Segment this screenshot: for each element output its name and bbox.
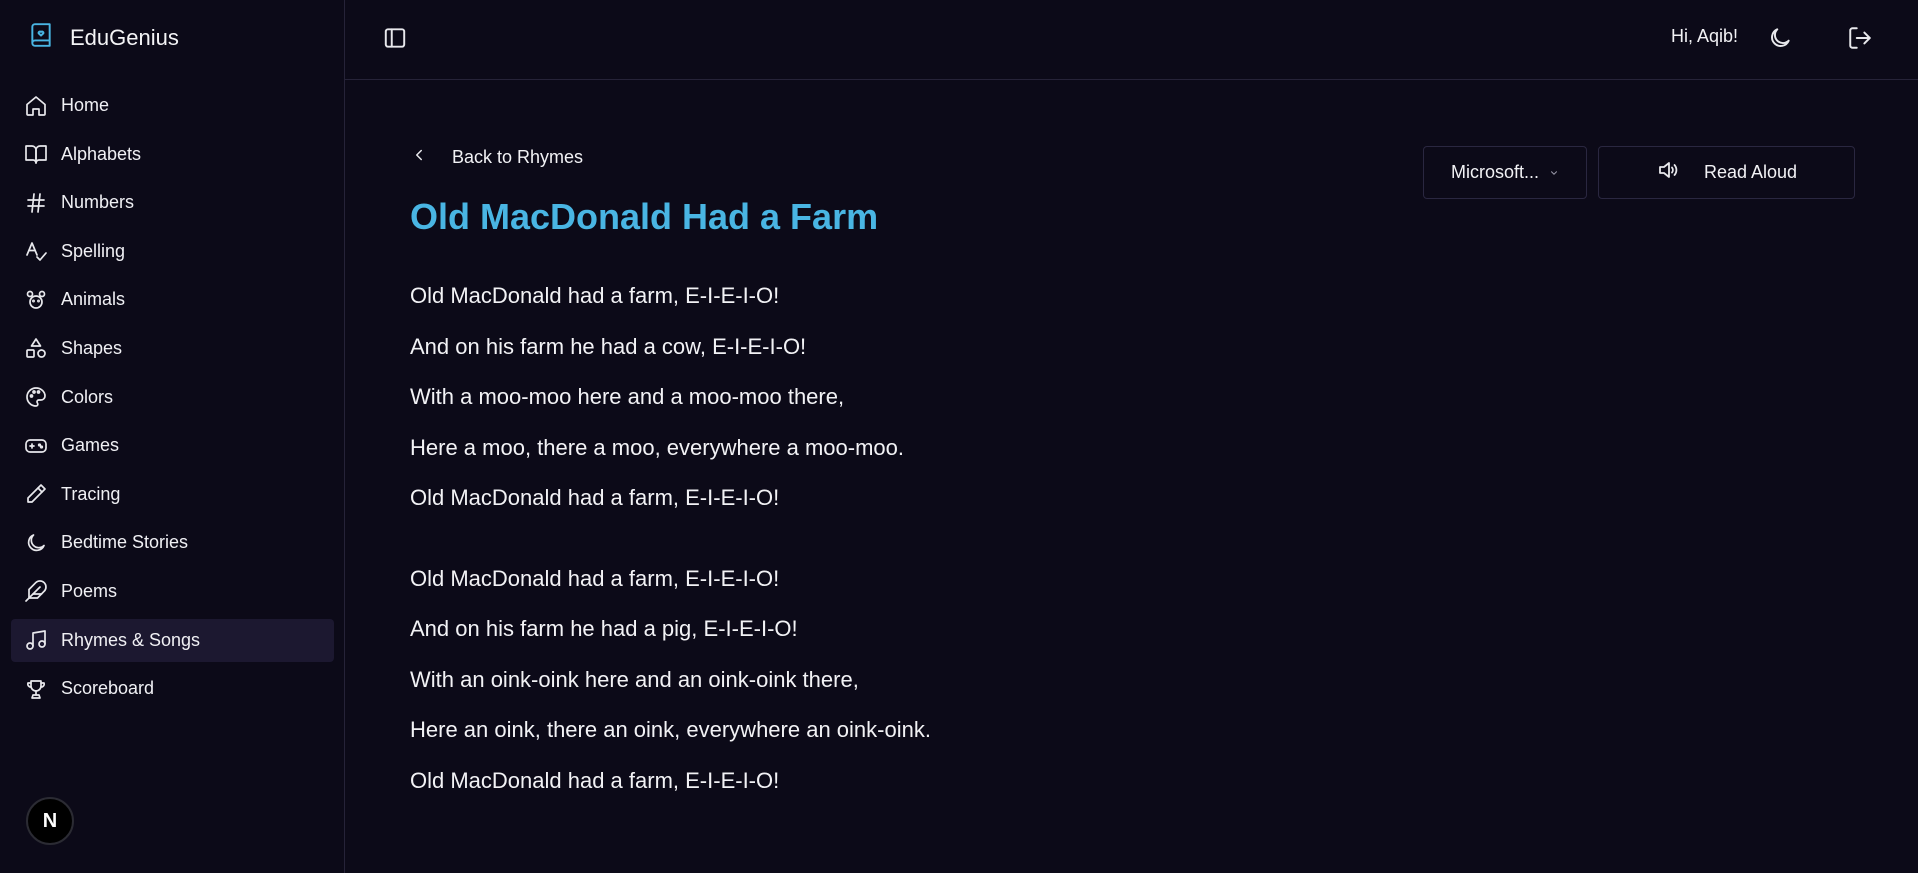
n-badge-letter: N <box>42 809 58 832</box>
sidebar-item-bedtime-stories[interactable]: Bedtime Stories <box>11 521 334 564</box>
lyric-line: With an oink-oink here and an oink-oink … <box>410 666 859 692</box>
logout-icon[interactable] <box>1847 25 1873 51</box>
trophy-icon <box>23 676 49 702</box>
sidebar-item-alphabets[interactable]: Alphabets <box>11 133 334 176</box>
paw-icon <box>23 287 49 313</box>
lyric-line: And on his farm he had a pig, E-I-E-I-O! <box>410 616 798 641</box>
feather-icon <box>23 578 49 604</box>
user-greeting: Hi, Aqib! <box>1670 26 1738 46</box>
page-title: Old MacDonald Had a Farm <box>410 196 879 237</box>
back-to-rhymes-link[interactable]: Back to Rhymes <box>410 146 583 169</box>
sidebar-item-label: Bedtime Stories <box>61 532 189 553</box>
lyric-line: Old MacDonald had a farm, E-I-E-I-O! <box>410 565 780 591</box>
sidebar-item-home[interactable]: Home <box>11 84 334 127</box>
sidebar-item-shapes[interactable]: Shapes <box>11 327 334 370</box>
sidebar-item-label: Tracing <box>61 483 121 504</box>
sidebar-item-tracing[interactable]: Tracing <box>11 473 334 516</box>
read-aloud-button[interactable]: Read Aloud <box>1598 146 1855 199</box>
sidebar-item-poems[interactable]: Poems <box>11 570 334 613</box>
home-icon <box>23 93 49 119</box>
stanza: Old MacDonald had a farm, E-I-E-I-O! And … <box>410 276 931 529</box>
gamepad-icon <box>23 433 49 459</box>
chevron-down-icon <box>1549 162 1559 183</box>
read-aloud-label: Read Aloud <box>1703 162 1798 182</box>
stanza: Old MacDonald had a farm, E-I-E-I-O! And … <box>410 559 931 812</box>
lyric-line: Here a moo, there a moo, everywhere a mo… <box>410 434 905 460</box>
lyric-line: Old MacDonald had a farm, E-I-E-I-O! <box>410 485 780 510</box>
sidebar-item-label: Alphabets <box>61 143 142 164</box>
lyric-line: With a moo-moo here and a moo-moo there, <box>410 384 845 409</box>
lyric-line: Old MacDonald had a farm, E-I-E-I-O! <box>410 283 780 308</box>
sidebar-item-label: Games <box>61 435 120 456</box>
sidebar-item-scoreboard[interactable]: Scoreboard <box>11 667 334 710</box>
sidebar: EduGenius Home Alphabets Numbers Spelling An… <box>0 0 345 873</box>
spell-check-icon <box>23 238 49 264</box>
lyric-line: And on his farm he had a cow, E-I-E-I-O! <box>410 333 807 359</box>
topbar: Hi, Aqib! <box>345 0 1918 80</box>
back-label: Back to Rhymes <box>452 147 584 167</box>
music-icon <box>23 627 49 653</box>
sidebar-item-spelling[interactable]: Spelling <box>11 230 334 273</box>
theme-toggle-moon-icon[interactable] <box>1767 25 1793 51</box>
n-badge[interactable]: N <box>26 797 74 845</box>
hash-icon <box>23 190 49 216</box>
pencil-icon <box>23 481 49 507</box>
sidebar-item-colors[interactable]: Colors <box>11 376 334 419</box>
book-open-icon <box>23 141 49 167</box>
sidebar-item-label: Numbers <box>61 192 135 213</box>
panel-toggle-icon[interactable] <box>382 25 408 51</box>
lyric-line: Here an oink, there an oink, everywhere … <box>410 717 931 742</box>
speaker-icon <box>1656 158 1680 187</box>
voice-select[interactable]: Microsoft... <box>1423 146 1587 199</box>
sidebar-item-label: Spelling <box>61 240 126 261</box>
sidebar-item-numbers[interactable]: Numbers <box>11 181 334 224</box>
sidebar-item-label: Home <box>61 95 110 115</box>
sidebar-item-label: Scoreboard <box>61 678 155 699</box>
voice-select-value: Microsoft... <box>1450 162 1539 182</box>
lyric-line: Old MacDonald had a farm, E-I-E-I-O! <box>410 767 780 793</box>
sidebar-item-label: Shapes <box>61 337 123 358</box>
sidebar-item-label: Rhymes & Songs <box>61 629 201 650</box>
moon-icon <box>23 530 49 556</box>
brand[interactable]: EduGenius <box>28 22 179 53</box>
sidebar-item-label: Poems <box>61 580 118 601</box>
chevron-left-icon <box>410 146 428 169</box>
book-heart-logo-icon <box>28 22 54 53</box>
shapes-icon <box>23 335 49 361</box>
brand-title: EduGenius <box>70 24 179 50</box>
sidebar-item-label: Animals <box>61 289 126 310</box>
sidebar-item-games[interactable]: Games <box>11 424 334 467</box>
palette-icon <box>23 384 49 410</box>
sidebar-item-animals[interactable]: Animals <box>11 278 334 321</box>
sidebar-item-rhymes-songs[interactable]: Rhymes & Songs <box>11 618 334 662</box>
rhyme-lyrics: Old MacDonald had a farm, E-I-E-I-O! And … <box>410 276 931 841</box>
sidebar-item-label: Colors <box>61 386 114 407</box>
sidebar-nav: Home Alphabets Numbers Spelling Animals Shape… <box>11 84 334 716</box>
